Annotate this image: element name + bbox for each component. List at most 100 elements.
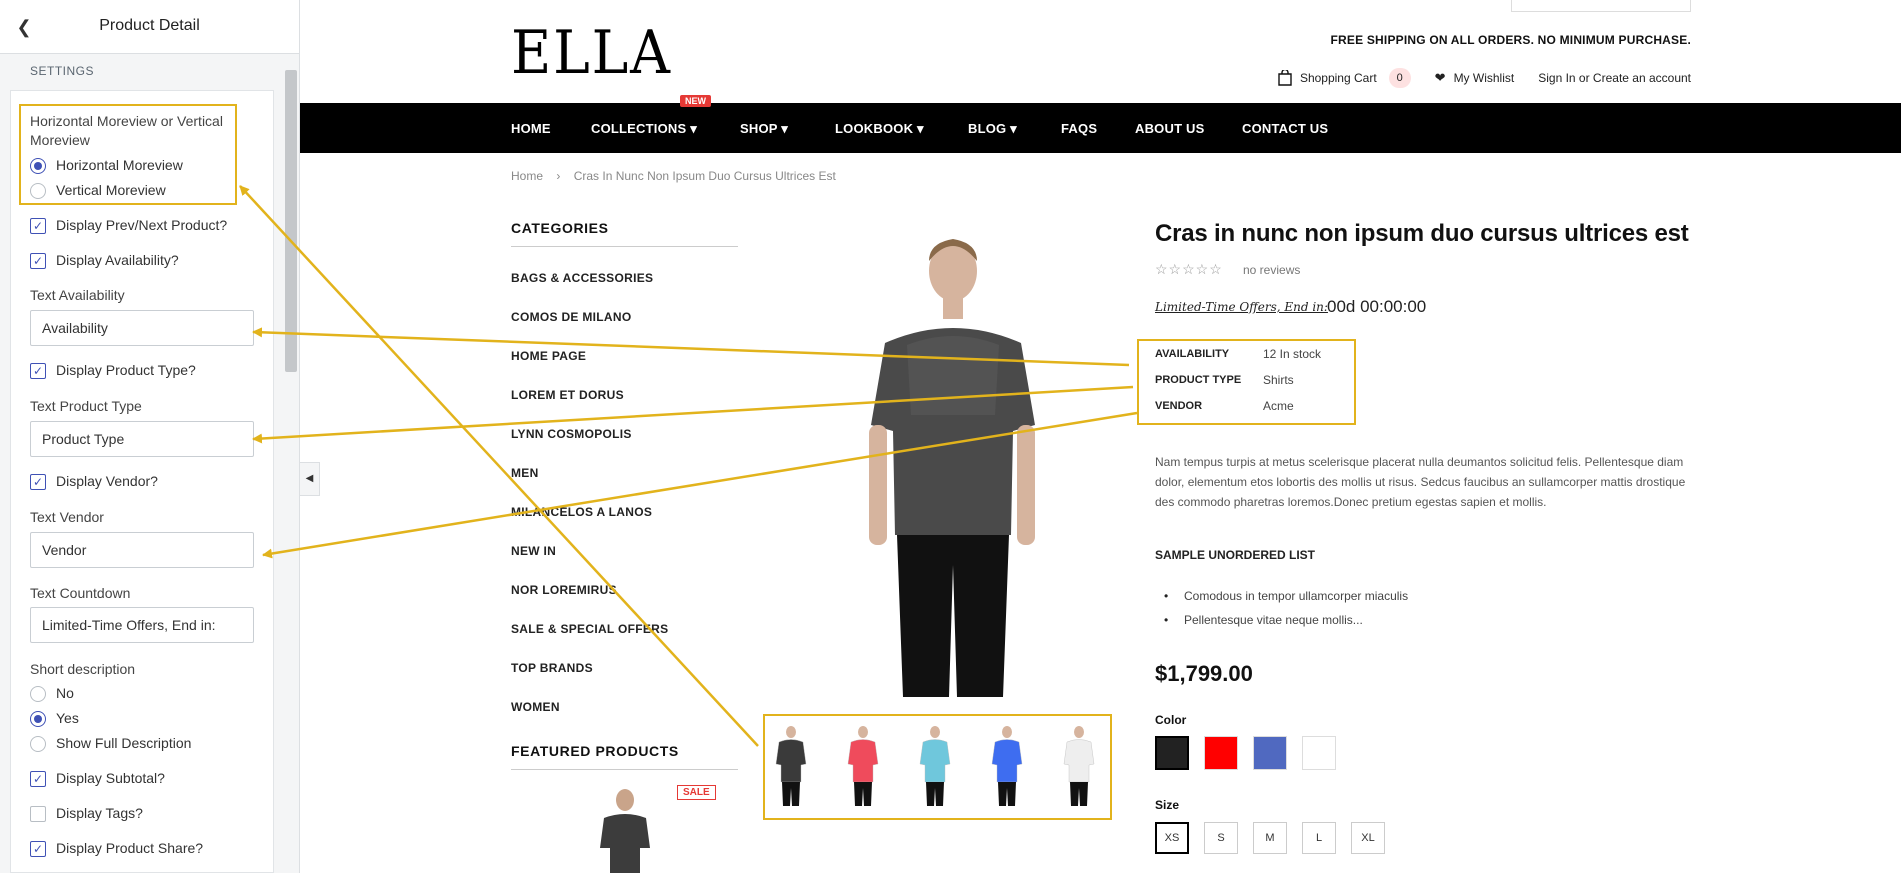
category-item[interactable]: NOR LOREMIRUS [511,583,617,597]
featured-product-image[interactable] [590,788,660,873]
category-item[interactable]: HOME PAGE [511,349,586,363]
free-shipping-banner: FREE SHIPPING ON ALL ORDERS. NO MINIMUM … [1330,33,1691,47]
product-description: Nam tempus turpis at metus scelerisque p… [1155,455,1686,509]
text-countdown-label: Text Countdown [30,585,131,601]
size-option[interactable]: XL [1351,822,1385,854]
featured-divider [511,769,738,770]
shopping-cart-link[interactable]: Shopping Cart 0 [1278,68,1411,88]
nav-lookbook-label: LOOKBOOK [835,121,914,136]
text-product-type-label: Text Product Type [30,398,142,414]
color-swatch-blue[interactable] [1253,736,1287,770]
color-swatch-white[interactable] [1302,736,1336,770]
checkbox-product-type[interactable]: ✓ [30,363,46,379]
shopping-bag-icon [1278,70,1292,86]
color-swatch-red[interactable] [1204,736,1238,770]
search-input[interactable] [1511,0,1691,12]
dropdown-caret-icon: ▾ [916,121,924,136]
checkbox-tags[interactable] [30,806,46,822]
text-availability-label: Text Availability [30,287,125,303]
category-item[interactable]: SALE & SPECIAL OFFERS [511,622,668,636]
nav-blog-label: BLOG [968,121,1007,136]
nav-collections-label: COLLECTIONS [591,121,687,136]
list-item: Comodous in tempor ullamcorper miaculis [1164,589,1408,603]
category-item[interactable]: BAGS & ACCESSORIES [511,271,653,285]
list-title: SAMPLE UNORDERED LIST [1155,548,1316,562]
heart-icon: ❤ [1434,70,1446,85]
radio-short-desc-full[interactable] [30,736,46,752]
category-item[interactable]: TOP BRANDS [511,661,593,675]
size-option[interactable]: L [1302,822,1336,854]
annotation-box-specs [1137,339,1356,425]
nav-shop-label: SHOP [740,121,778,136]
annotation-box-moreview [19,104,237,205]
category-item[interactable]: COMOS DE MILANO [511,310,632,324]
dropdown-caret-icon: ▾ [690,121,697,136]
product-main-image[interactable] [845,235,1060,697]
new-badge: NEW [680,95,711,107]
checkbox-prev-next-label: Display Prev/Next Product? [56,217,228,233]
checkbox-availability[interactable]: ✓ [30,253,46,269]
text-vendor-label: Text Vendor [30,509,104,525]
checkbox-vendor[interactable]: ✓ [30,474,46,490]
countdown-label: Limited-Time Offers, End in: [1155,300,1328,314]
nav-lookbook[interactable]: LOOKBOOK ▾ [835,121,924,137]
list-item: Pellentesque vitae neque mollis... [1164,613,1363,627]
radio-short-desc-yes[interactable] [30,711,46,727]
product-price: $1,799.00 [1155,661,1253,686]
category-item[interactable]: WOMEN [511,700,560,714]
nav-blog[interactable]: BLOG ▾ [968,121,1017,137]
category-item[interactable]: LOREM ET DORUS [511,388,624,402]
breadcrumb-home[interactable]: Home [511,169,543,183]
category-item[interactable]: LYNN COSMOPOLIS [511,427,632,441]
checkbox-product-type-label: Display Product Type? [56,362,196,378]
category-item[interactable]: NEW IN [511,544,556,558]
text-product-type-input[interactable]: Product Type [30,421,254,457]
panel-scrollbar-thumb[interactable] [285,70,297,372]
checkbox-share[interactable]: ✓ [30,841,46,857]
signin-link[interactable]: Sign In or Create an account [1538,71,1691,85]
reviews-count[interactable]: no reviews [1243,263,1300,277]
color-swatch-black[interactable] [1155,736,1189,770]
categories-divider [511,246,738,247]
checkbox-subtotal[interactable]: ✓ [30,771,46,787]
nav-about[interactable]: ABOUT US [1135,121,1205,136]
text-countdown-input[interactable]: Limited-Time Offers, End in: [30,607,254,643]
checkbox-tags-label: Display Tags? [56,805,143,821]
checkbox-prev-next[interactable]: ✓ [30,218,46,234]
size-option[interactable]: XS [1155,822,1189,854]
nav-collections[interactable]: COLLECTIONS ▾ [591,121,697,137]
radio-short-desc-full-label: Show Full Description [56,735,192,751]
wishlist-link[interactable]: ❤ My Wishlist [1435,70,1515,86]
rating-stars-icon: ☆☆☆☆☆ [1155,261,1223,277]
checkbox-share-label: Display Product Share? [56,840,204,856]
size-option[interactable]: S [1204,822,1238,854]
annotation-box-thumbnails [763,714,1112,820]
settings-section-label: SETTINGS [30,64,95,78]
radio-short-desc-no-label: No [56,685,74,701]
store-logo[interactable]: ELLA [511,20,672,86]
size-option[interactable]: M [1253,822,1287,854]
color-label: Color [1155,713,1187,727]
nav-faqs[interactable]: FAQS [1061,121,1097,136]
nav-contact[interactable]: CONTACT US [1242,121,1328,136]
size-label: Size [1155,798,1180,812]
dropdown-caret-icon: ▾ [781,121,788,136]
wishlist-label: My Wishlist [1453,71,1515,85]
main-nav: HOME COLLECTIONS ▾ SHOP ▾ LOOKBOOK ▾ BLO… [300,103,1901,153]
nav-shop[interactable]: SHOP ▾ [740,121,788,137]
dropdown-caret-icon: ▾ [1010,121,1017,136]
category-item[interactable]: MILANCELOS A LANOS [511,505,652,519]
checkbox-vendor-label: Display Vendor? [56,473,158,489]
checkbox-subtotal-label: Display Subtotal? [56,770,165,786]
breadcrumb: Home › Cras In Nunc Non Ipsum Duo Cursus… [511,169,836,183]
checkbox-availability-label: Display Availability? [56,252,179,268]
radio-short-desc-no[interactable] [30,686,46,702]
shopping-cart-label: Shopping Cart [1299,71,1377,85]
breadcrumb-current: Cras In Nunc Non Ipsum Duo Cursus Ultric… [573,169,836,183]
radio-short-desc-yes-label: Yes [56,710,79,726]
panel-header: ❮ Product Detail [0,0,299,54]
text-availability-input[interactable]: Availability [30,310,254,346]
nav-home[interactable]: HOME [511,121,551,136]
category-item[interactable]: MEN [511,466,539,480]
text-vendor-input[interactable]: Vendor [30,532,254,568]
